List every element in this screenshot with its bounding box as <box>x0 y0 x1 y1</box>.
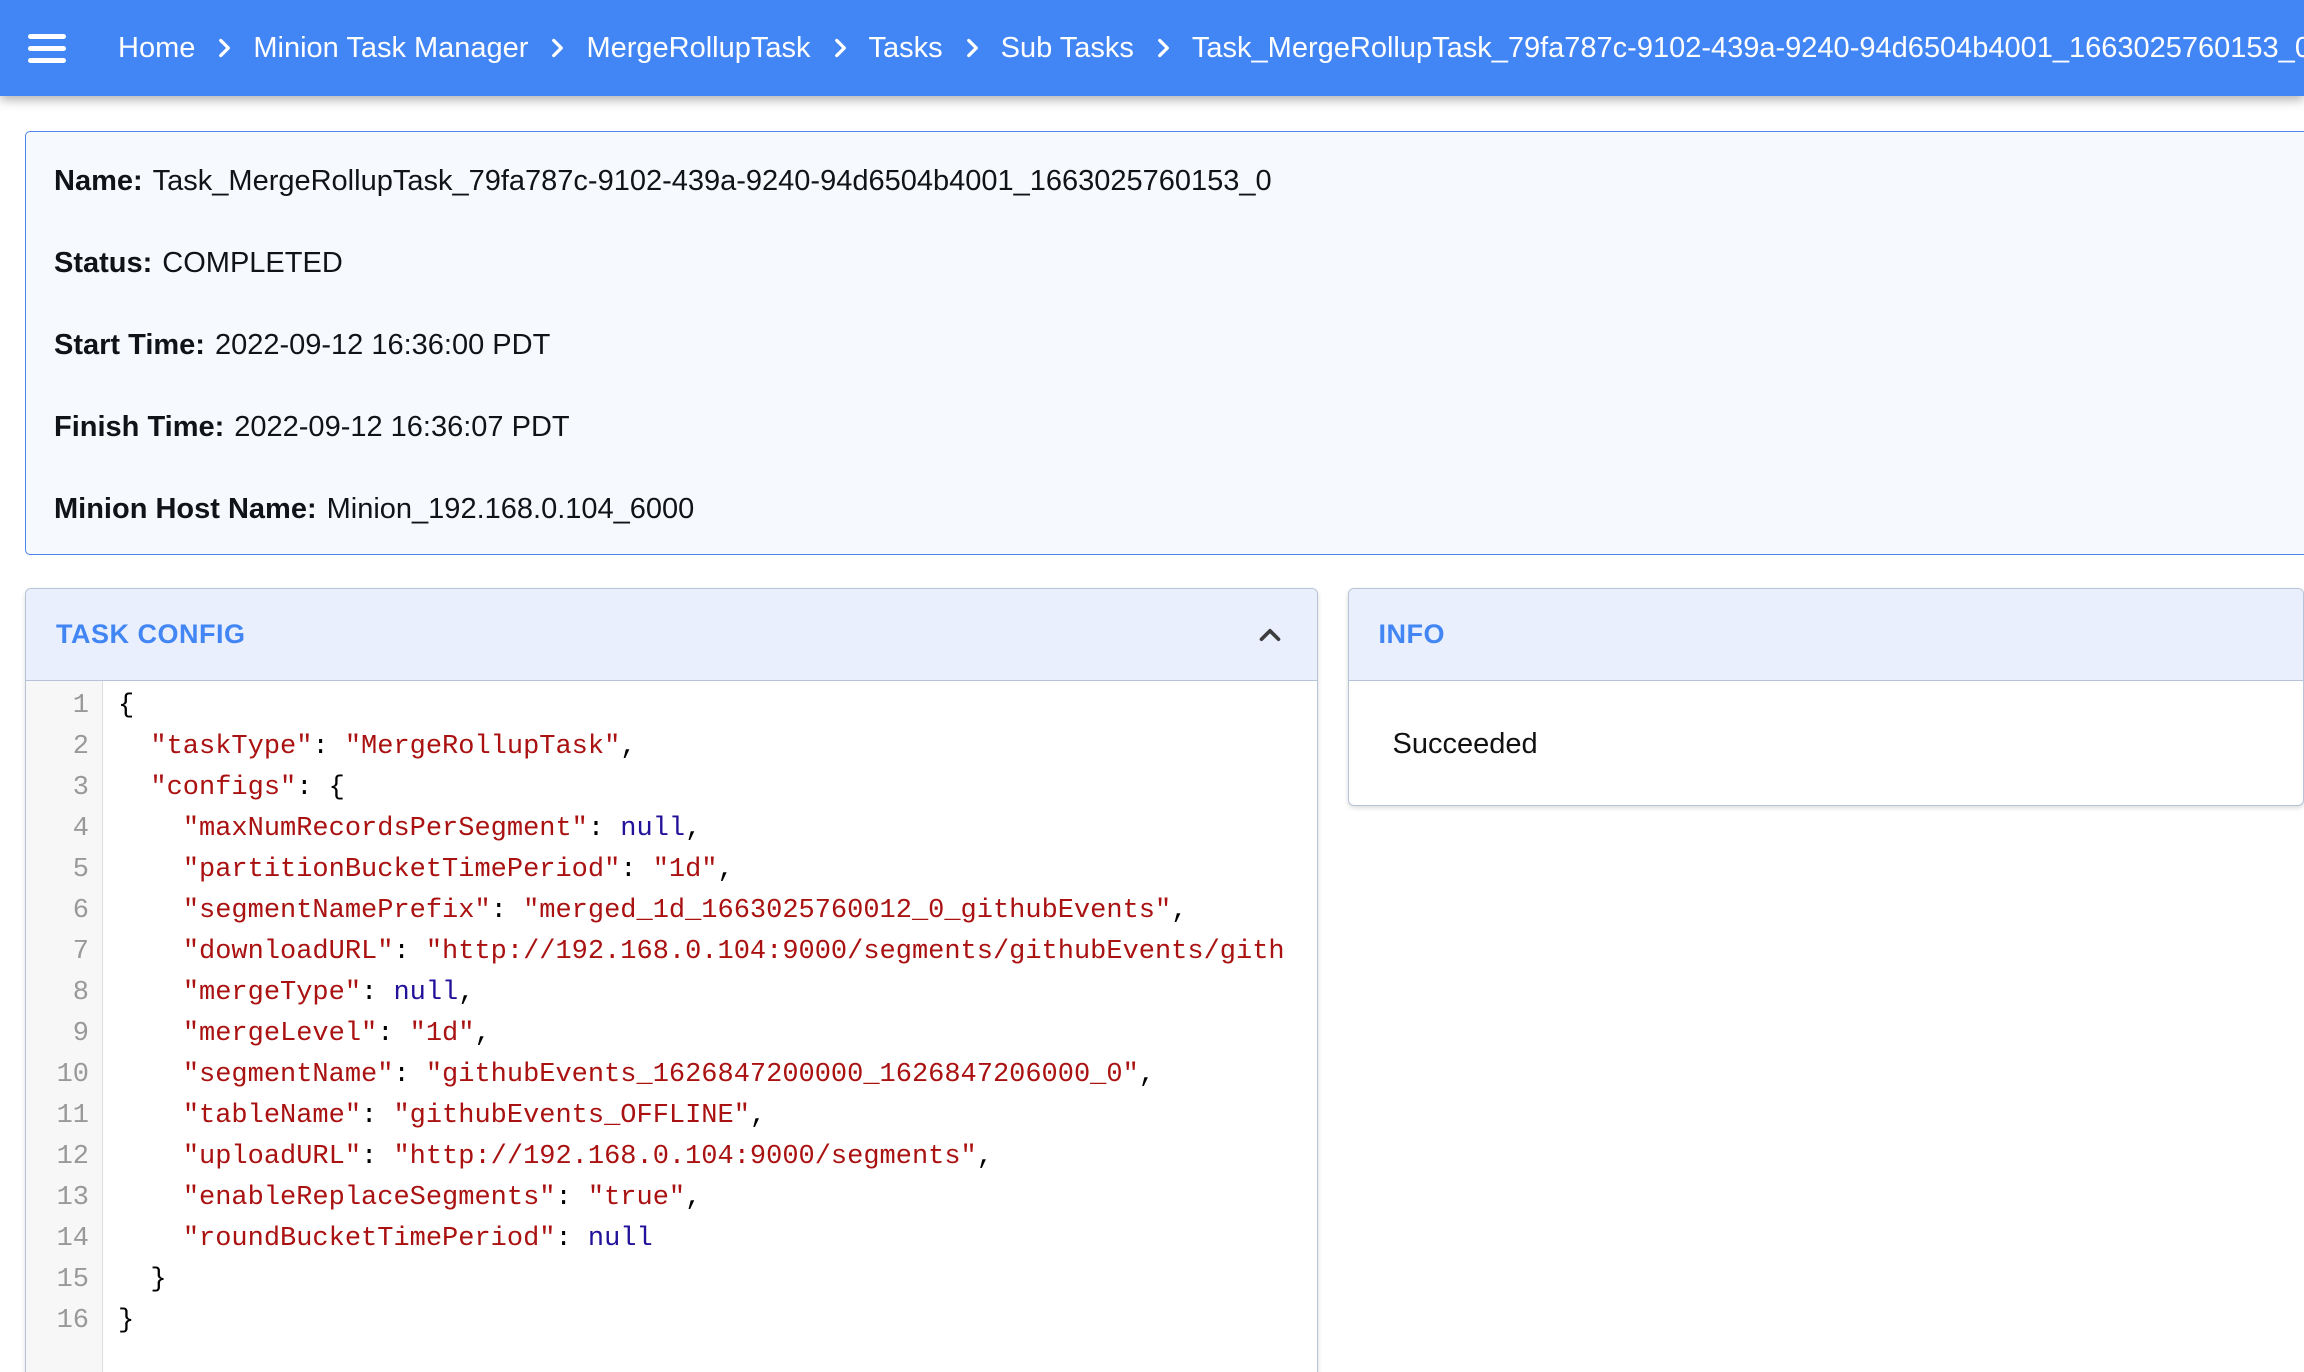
code-line: "segmentName": "githubEvents_16268472000… <box>118 1055 1317 1096</box>
line-number: 5 <box>26 850 89 891</box>
summary-row: Status: COMPLETED <box>54 246 2296 280</box>
task-config-json-editor[interactable]: 12345678910111213141516 { "taskType": "M… <box>26 681 1317 1372</box>
task-config-header[interactable]: TASK CONFIG <box>26 589 1317 681</box>
task-config-title: TASK CONFIG <box>56 619 246 650</box>
line-number: 1 <box>26 686 89 727</box>
info-panel: INFO Succeeded <box>1348 588 2304 806</box>
summary-row: Start Time: 2022-09-12 16:36:00 PDT <box>54 328 2296 362</box>
info-body: Succeeded <box>1349 681 2303 806</box>
code-line: "segmentNamePrefix": "merged_1d_16630257… <box>118 891 1317 932</box>
line-number: 7 <box>26 932 89 973</box>
summary-row: Name: Task_MergeRollupTask_79fa787c-9102-… <box>54 164 2296 198</box>
line-number: 15 <box>26 1260 89 1301</box>
breadcrumb-link[interactable]: MergeRollupTask <box>586 32 810 65</box>
chevron-right-icon <box>1150 35 1176 61</box>
code-line: "uploadURL": "http://192.168.0.104:9000/… <box>118 1137 1317 1178</box>
code-line: } <box>118 1260 1317 1301</box>
info-title: INFO <box>1379 619 1446 650</box>
breadcrumb-link[interactable]: Sub Tasks <box>1001 32 1134 65</box>
line-number: 12 <box>26 1137 89 1178</box>
line-number: 10 <box>26 1055 89 1096</box>
line-number: 8 <box>26 973 89 1014</box>
info-header: INFO <box>1349 589 2303 681</box>
breadcrumb-link[interactable]: Minion Task Manager <box>253 32 528 65</box>
chevron-right-icon <box>544 35 570 61</box>
breadcrumb-link[interactable]: Home <box>118 32 195 65</box>
code-line: "enableReplaceSegments": "true", <box>118 1178 1317 1219</box>
chevron-right-icon <box>211 35 237 61</box>
line-number: 11 <box>26 1096 89 1137</box>
summary-label: Start Time: <box>54 329 205 361</box>
line-number-gutter: 12345678910111213141516 <box>26 681 103 1372</box>
code-line: "roundBucketTimePeriod": null <box>118 1219 1317 1260</box>
menu-icon[interactable] <box>28 34 66 63</box>
summary-label: Minion Host Name: <box>54 493 317 525</box>
chevron-right-icon <box>827 35 853 61</box>
line-number: 6 <box>26 891 89 932</box>
breadcrumb-link[interactable]: Tasks <box>869 32 943 65</box>
line-number: 9 <box>26 1014 89 1055</box>
line-number: 2 <box>26 727 89 768</box>
info-status-text: Succeeded <box>1393 728 1538 761</box>
summary-value: Minion_192.168.0.104_6000 <box>327 493 695 525</box>
task-config-panel: TASK CONFIG 12345678910111213141516 { "t… <box>25 588 1318 1372</box>
panels-row: TASK CONFIG 12345678910111213141516 { "t… <box>25 588 2304 1372</box>
code-line: { <box>118 686 1317 727</box>
code-line: } <box>118 1301 1317 1342</box>
code-line: "maxNumRecordsPerSegment": null, <box>118 809 1317 850</box>
summary-value: Task_MergeRollupTask_79fa787c-9102-439a-… <box>153 165 1272 197</box>
summary-label: Finish Time: <box>54 411 224 443</box>
code-line: "mergeType": null, <box>118 973 1317 1014</box>
line-number: 4 <box>26 809 89 850</box>
summary-label: Name: <box>54 165 143 197</box>
summary-value: COMPLETED <box>162 247 342 279</box>
code-line: "partitionBucketTimePeriod": "1d", <box>118 850 1317 891</box>
summary-label: Status: <box>54 247 152 279</box>
summary-row: Minion Host Name: Minion_192.168.0.104_60… <box>54 492 2296 526</box>
code-line: "configs": { <box>118 768 1317 809</box>
breadcrumb: Home Minion Task Manager MergeRollupTask Ta… <box>114 32 2304 65</box>
line-number: 16 <box>26 1301 89 1342</box>
code-line: "mergeLevel": "1d", <box>118 1014 1317 1055</box>
chevron-up-icon[interactable] <box>1253 618 1287 652</box>
line-number: 14 <box>26 1219 89 1260</box>
summary-row: Finish Time: 2022-09-12 16:36:07 PDT <box>54 410 2296 444</box>
chevron-right-icon <box>959 35 985 61</box>
line-number: 3 <box>26 768 89 809</box>
summary-value: 2022-09-12 16:36:00 PDT <box>215 329 550 361</box>
task-summary-card: Name: Task_MergeRollupTask_79fa787c-9102-… <box>25 131 2304 555</box>
app-bar: Home Minion Task Manager MergeRollupTask Ta… <box>0 0 2304 96</box>
code-line: "tableName": "githubEvents_OFFLINE", <box>118 1096 1317 1137</box>
breadcrumb-current: Task_MergeRollupTask_79fa787c-9102-439a-… <box>1192 32 2304 65</box>
code-content: { "taskType": "MergeRollupTask", "config… <box>103 681 1317 1372</box>
line-number: 13 <box>26 1178 89 1219</box>
summary-value: 2022-09-12 16:36:07 PDT <box>234 411 569 443</box>
code-line: "taskType": "MergeRollupTask", <box>118 727 1317 768</box>
code-line: "downloadURL": "http://192.168.0.104:900… <box>118 932 1317 973</box>
